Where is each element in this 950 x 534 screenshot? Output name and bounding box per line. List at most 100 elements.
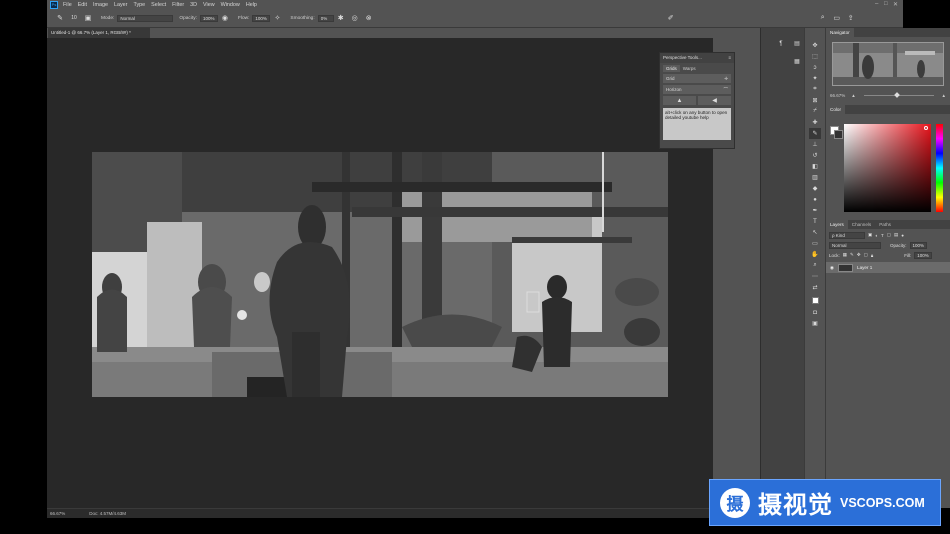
menu-view[interactable]: View [203,2,215,8]
background-color-swatch[interactable] [834,130,843,139]
screen-mode-icon[interactable]: ▣ [809,318,821,329]
eye-icon[interactable]: ◉ [830,265,834,271]
tab-channels[interactable]: Channels [848,220,875,229]
crop-tool-icon[interactable]: ⌗ [809,84,821,95]
more-tools-icon[interactable]: ⋯ [809,271,821,282]
brush-preset-icon[interactable]: ✐ [666,13,676,23]
flow-field[interactable]: 100% [252,14,271,22]
airbrush-icon[interactable]: ✧ [272,13,282,23]
clone-stamp-tool-icon[interactable]: ⊥ [809,139,821,150]
menu-layer[interactable]: Layer [114,2,128,8]
symmetry-icon[interactable]: ⊗ [364,13,374,23]
healing-brush-tool-icon[interactable]: ✚ [809,117,821,128]
layer-name[interactable]: Layer 1 [857,265,872,270]
navigator-zoom-slider[interactable] [863,91,934,98]
filter-smart-icon[interactable]: ▤ [894,232,898,238]
tab-paths[interactable]: Paths [875,220,895,229]
menu-select[interactable]: Select [151,2,166,8]
menu-help[interactable]: Help [246,2,257,8]
smoothing-field[interactable]: 0% [317,14,334,22]
menu-file[interactable]: File [63,2,72,8]
gear-icon[interactable]: ✱ [336,13,346,23]
tab-grids[interactable]: Grids [663,65,680,72]
move-tool-icon[interactable]: ✥ [809,40,821,51]
blur-tool-icon[interactable]: ◆ [809,183,821,194]
doc-size-info[interactable]: Doc: 4.57M/4.63M [89,511,126,516]
lock-paint-icon[interactable]: ✎ [850,252,854,258]
perspective-tools-header[interactable]: Perspective Tools... ≡ [660,53,734,63]
filter-type-icon[interactable]: T [881,233,884,238]
brush-settings-icon[interactable]: ▣ [83,13,93,23]
dodge-tool-icon[interactable]: ● [809,194,821,205]
document-tab[interactable]: Untitled-1 @ 66.7% (Layer 1, RGB/8#) * [48,28,150,38]
lock-artboard-icon[interactable]: ▢ [864,252,868,258]
tab-color[interactable]: Color [826,105,845,114]
canvas-artwork[interactable] [92,152,668,397]
filter-pixel-icon[interactable]: ▣ [868,232,872,238]
hue-slider[interactable] [936,124,943,212]
eraser-tool-icon[interactable]: ◧ [809,161,821,172]
hand-tool-icon[interactable]: ✋ [809,249,821,260]
brush-settings-panel-icon[interactable]: ▤ [791,38,803,49]
pen-tool-icon[interactable]: ✒ [809,205,821,216]
close-button[interactable]: ✕ [893,1,898,8]
pressure-size-icon[interactable]: ◎ [350,13,360,23]
path-select-tool-icon[interactable]: ↖ [809,227,821,238]
lock-pixels-icon[interactable]: ▦ [843,252,847,258]
type-tool-icon[interactable]: T [809,216,821,227]
layer-kind-filter[interactable]: ρ Kind [829,231,865,239]
filter-shape-icon[interactable]: ▢ [887,232,891,238]
color-picker-cursor[interactable] [924,126,928,130]
grid-button[interactable]: Grid ✛ [663,74,731,83]
shape-tool-icon[interactable]: ▭ [809,238,821,249]
minimize-button[interactable]: – [875,1,878,7]
tab-navigator[interactable]: Navigator [826,28,854,37]
search-icon[interactable]: ⌕ [818,13,828,23]
menu-window[interactable]: Window [221,2,240,8]
horizon-button[interactable]: Horizon ⌒ [663,85,731,94]
share-icon[interactable]: ⇪ [846,13,856,23]
panel-menu-icon[interactable]: ≡ [728,55,731,60]
tab-layers[interactable]: Layers [826,220,848,229]
menu-3d[interactable]: 3D [190,2,197,8]
color-picker-field[interactable] [844,124,931,212]
vanish-point-icon[interactable]: ▲ [663,96,696,105]
eyedropper-tool-icon[interactable]: ⌿ [809,106,821,117]
frame-tool-icon[interactable]: ⊠ [809,95,821,106]
quick-mask-icon[interactable]: ◘ [809,307,821,318]
filter-adjust-icon[interactable]: ◐ [875,233,878,238]
zoom-out-icon[interactable]: ▲ [851,93,855,98]
brush-size-picker[interactable]: 10 [69,13,79,23]
brush-tool-icon[interactable]: ✎ [55,13,65,23]
fill-field[interactable]: 100% [914,251,932,259]
gradient-tool-icon[interactable]: ▥ [809,172,821,183]
camera-icon[interactable]: ◀ [698,96,731,105]
navigator-thumbnail[interactable] [832,42,944,86]
history-brush-tool-icon[interactable]: ↺ [809,150,821,161]
menu-type[interactable]: Type [133,2,145,8]
brush-tool-icon[interactable]: ✎ [809,128,821,139]
mode-select[interactable]: Normal [117,14,174,22]
navigator-zoom-value[interactable]: 66.67% [830,93,845,98]
pressure-opacity-icon[interactable]: ◉ [220,13,230,23]
quick-select-tool-icon[interactable]: ✦ [809,73,821,84]
swap-colors-icon[interactable]: ⇄ [809,282,821,293]
layer-row[interactable]: ◉ Layer 1 [826,262,950,273]
menu-filter[interactable]: Filter [172,2,184,8]
lasso-tool-icon[interactable]: ↄ [809,62,821,73]
navigator-zoom-knob[interactable] [894,91,900,98]
menu-edit[interactable]: Edit [78,2,87,8]
filter-toggle-icon[interactable]: ● [901,233,904,238]
menu-image[interactable]: Image [93,2,108,8]
tab-warps[interactable]: Warps [680,65,699,72]
zoom-level[interactable]: 66.67% [50,511,65,516]
lock-all-icon[interactable]: 🔒︎ [871,253,873,258]
opacity-field[interactable]: 100% [199,14,218,22]
marquee-tool-icon[interactable]: ⬚ [809,51,821,62]
properties-icon[interactable]: ▦ [791,56,803,67]
maximize-button[interactable]: □ [884,1,888,7]
foreground-background-swatch[interactable] [809,293,821,307]
zoom-in-icon[interactable]: ▲ [942,93,946,98]
blend-mode-select[interactable]: Normal [829,241,881,249]
lock-position-icon[interactable]: ✥ [857,252,861,258]
